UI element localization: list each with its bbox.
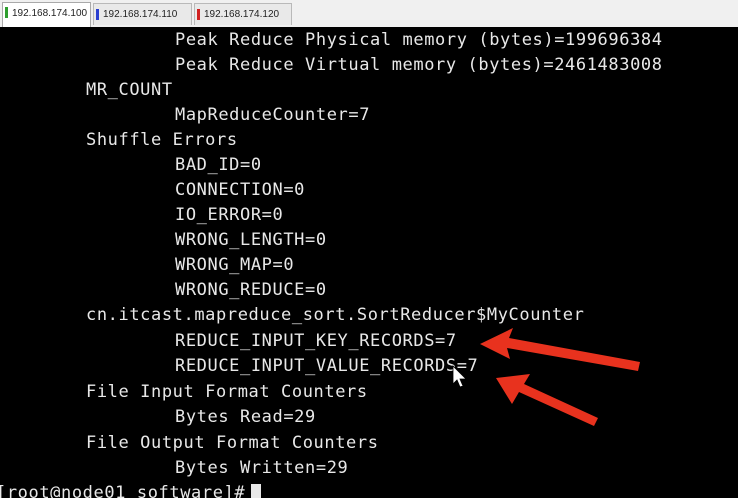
tab-color-marker xyxy=(197,9,200,20)
terminal-line: File Output Format Counters xyxy=(86,433,379,453)
tab-session-100[interactable]: 192.168.174.100 xyxy=(2,2,91,27)
terminal-line: REDUCE_INPUT_KEY_RECORDS=7 xyxy=(175,331,457,351)
tab-label: 192.168.174.100 xyxy=(12,8,88,19)
tab-color-marker xyxy=(5,7,8,18)
terminal-line: WRONG_MAP=0 xyxy=(175,255,295,275)
tab-color-marker xyxy=(96,9,99,20)
terminal-line: Peak Reduce Virtual memory (bytes)=24614… xyxy=(175,55,663,75)
terminal-line: BAD_ID=0 xyxy=(175,155,262,175)
terminal-line: MR_COUNT xyxy=(86,80,173,100)
terminal-line: cn.itcast.mapreduce_sort.SortReducer$MyC… xyxy=(86,305,585,325)
tab-session-110[interactable]: 192.168.174.110 xyxy=(93,3,192,25)
terminal-line: Shuffle Errors xyxy=(86,130,238,150)
terminal-line: CONNECTION=0 xyxy=(175,180,306,200)
terminal-line: IO_ERROR=0 xyxy=(175,205,284,225)
terminal-line: REDUCE_INPUT_VALUE_RECORDS=7 xyxy=(175,356,479,376)
terminal-output[interactable]: Peak Reduce Physical memory (bytes)=1996… xyxy=(0,27,738,498)
terminal-line: File Input Format Counters xyxy=(86,382,368,402)
terminal-line: WRONG_REDUCE=0 xyxy=(175,280,327,300)
tab-session-120[interactable]: 192.168.174.120 xyxy=(194,3,292,25)
terminal-line: WRONG_LENGTH=0 xyxy=(175,230,327,250)
terminal-line: Bytes Read=29 xyxy=(175,407,316,427)
terminal-line: MapReduceCounter=7 xyxy=(175,105,371,125)
shell-prompt-line[interactable]: [root@node01 software]# xyxy=(0,481,262,498)
session-tab-bar: 192.168.174.100 192.168.174.110 192.168.… xyxy=(0,0,738,28)
terminal-line: Bytes Written=29 xyxy=(175,458,349,478)
shell-prompt: [root@node01 software]# xyxy=(0,483,246,498)
terminal-line: Peak Reduce Physical memory (bytes)=1996… xyxy=(175,30,663,50)
text-cursor xyxy=(251,484,262,498)
tab-label: 192.168.174.120 xyxy=(204,9,280,20)
tab-label: 192.168.174.110 xyxy=(103,9,178,20)
